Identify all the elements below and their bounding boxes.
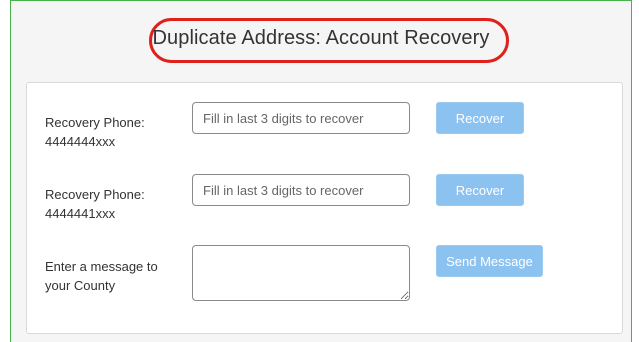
recover-button-2[interactable]: Recover — [436, 174, 524, 206]
recovery-phone-title-1: Recovery Phone: — [45, 115, 145, 130]
recovery-phone-label-1: Recovery Phone: 4444444xxx — [45, 113, 145, 151]
recovery-form-card: Recovery Phone: 4444444xxx Recover Recov… — [26, 82, 623, 334]
recovery-phone-number-2: 4444441xxx — [45, 206, 116, 221]
recovery-phone-number-1: 4444444xxx — [45, 134, 116, 149]
send-message-button[interactable]: Send Message — [436, 245, 543, 277]
recovery-phone-label-2: Recovery Phone: 4444441xxx — [45, 185, 145, 223]
recovery-phone-title-2: Recovery Phone: — [45, 187, 145, 202]
page-title: Duplicate Address: Account Recovery — [152, 27, 490, 49]
message-label-line-2: your County — [45, 278, 116, 293]
county-message-textarea[interactable] — [192, 245, 410, 301]
recovery-phone-input-1[interactable] — [192, 102, 410, 134]
message-label-line-1: Enter a message to — [45, 259, 158, 274]
page-frame: Duplicate Address: Account Recovery Reco… — [10, 0, 632, 342]
message-label: Enter a message to your County — [45, 257, 158, 295]
recovery-phone-input-2[interactable] — [192, 174, 410, 206]
recover-button-1[interactable]: Recover — [436, 102, 524, 134]
